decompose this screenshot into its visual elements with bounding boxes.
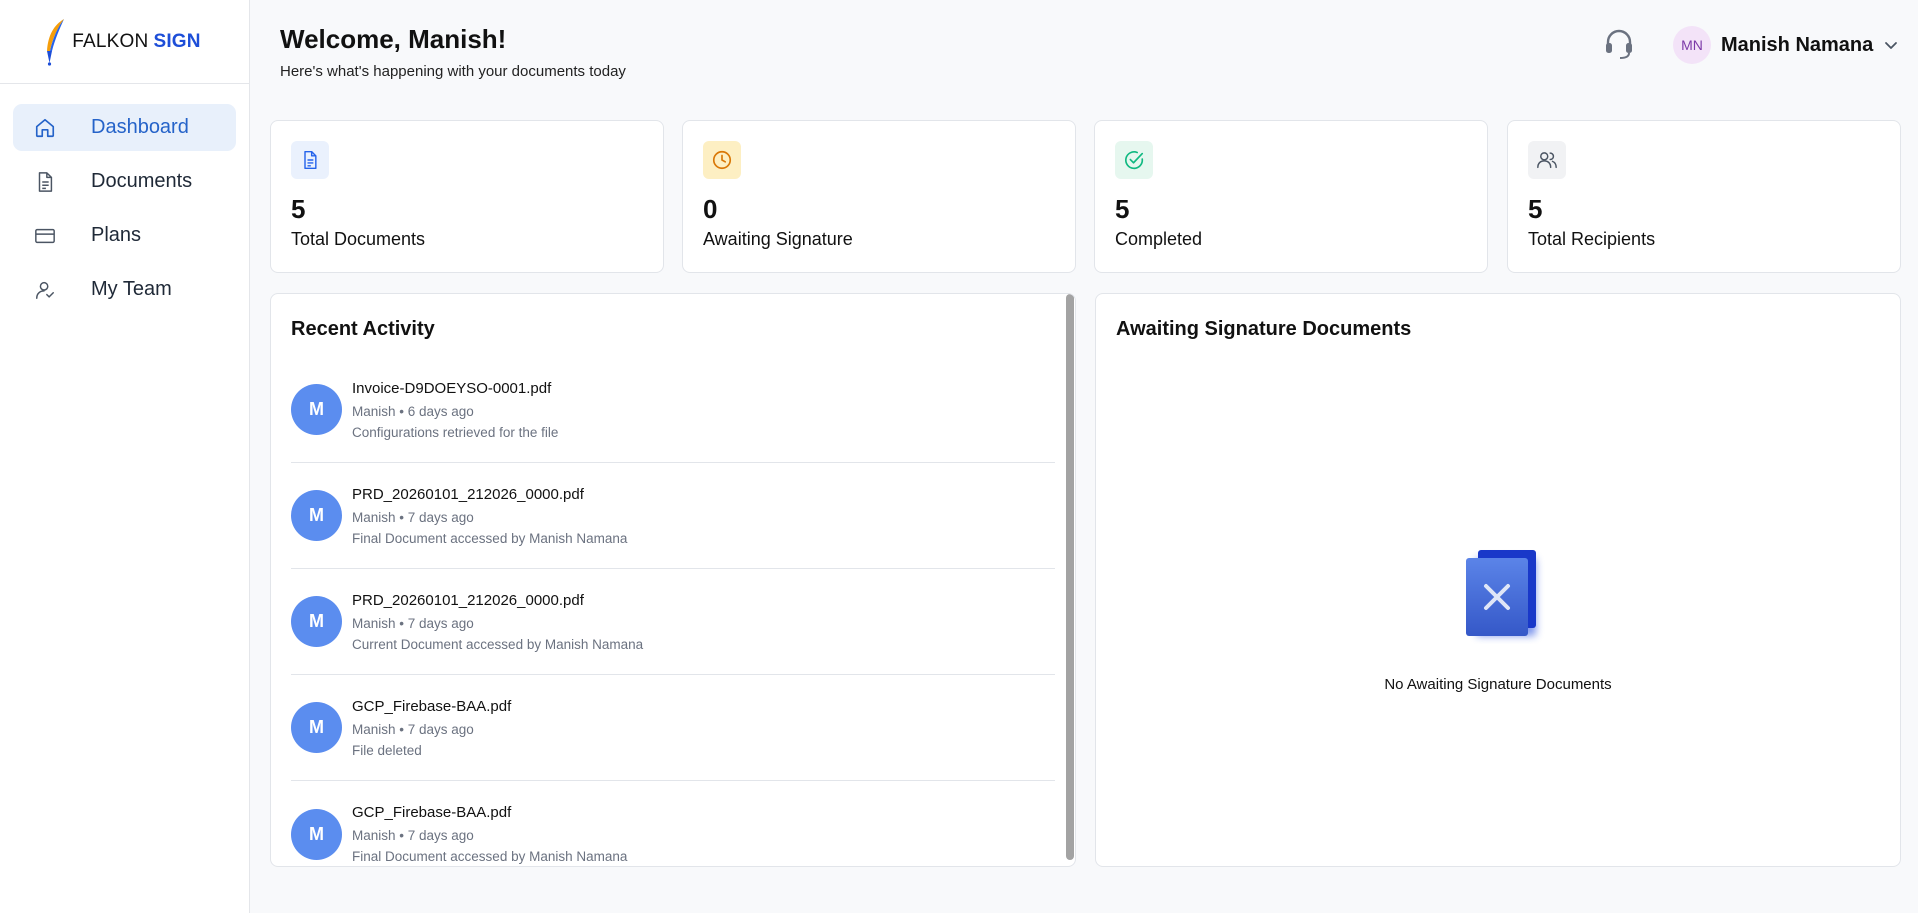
team-icon	[33, 278, 57, 302]
activity-meta: Manish • 7 days ago	[352, 509, 474, 525]
activity-meta: Manish • 7 days ago	[352, 721, 474, 737]
list-item[interactable]: M PRD_20260101_212026_0000.pdf Manish • …	[291, 569, 1055, 675]
activity-file-name: Invoice-D9DOEYSO-0001.pdf	[352, 379, 552, 397]
sidebar-item-dashboard[interactable]: Dashboard	[13, 104, 236, 151]
sidebar-item-label: My Team	[91, 278, 172, 300]
stat-label: Total Recipients	[1528, 229, 1656, 249]
avatar: M	[291, 384, 342, 435]
activity-description: File deleted	[352, 742, 422, 758]
activity-file-name: GCP_Firebase-BAA.pdf	[352, 697, 512, 715]
page-title: Welcome, Manish!	[280, 24, 507, 54]
users-icon	[1528, 141, 1566, 179]
credit-card-icon	[33, 224, 57, 248]
recent-activity-panel: Recent Activity M Invoice-D9DOEYSO-0001.…	[270, 293, 1076, 867]
activity-meta: Manish • 6 days ago	[352, 403, 474, 419]
sidebar-nav: Dashboard Documents Plans My Team	[0, 84, 249, 340]
avatar: M	[291, 702, 342, 753]
activity-file-name: PRD_20260101_212026_0000.pdf	[352, 591, 584, 609]
awaiting-signature-title: Awaiting Signature Documents	[1116, 318, 1412, 340]
stat-card-awaiting-signature[interactable]: 0 Awaiting Signature	[682, 120, 1076, 273]
activity-file-name: PRD_20260101_212026_0000.pdf	[352, 485, 584, 503]
stat-value: 5	[1115, 194, 1130, 224]
stat-card-total-recipients[interactable]: 5 Total Recipients	[1507, 120, 1901, 273]
activity-description: Configurations retrieved for the file	[352, 424, 559, 440]
stat-label: Completed	[1115, 229, 1203, 249]
activity-file-name: GCP_Firebase-BAA.pdf	[352, 804, 512, 821]
list-item[interactable]: M GCP_Firebase-BAA.pdf Manish • 7 days a…	[291, 675, 1055, 781]
stat-label: Total Documents	[291, 229, 426, 249]
recent-activity-title: Recent Activity	[291, 318, 435, 340]
clock-icon	[703, 141, 741, 179]
activity-meta: Manish • 7 days ago	[352, 828, 474, 843]
empty-document-icon	[1466, 550, 1536, 636]
awaiting-signature-panel: Awaiting Signature Documents No Awaiting…	[1095, 293, 1901, 867]
stat-card-completed[interactable]: 5 Completed	[1094, 120, 1488, 273]
avatar: MN	[1673, 26, 1711, 64]
activity-description: Current Document accessed by Manish Nama…	[352, 636, 644, 652]
stat-card-total-documents[interactable]: 5 Total Documents	[270, 120, 664, 273]
user-menu[interactable]: MN Manish Namana	[1673, 26, 1899, 64]
home-icon	[33, 116, 57, 140]
document-icon	[291, 141, 329, 179]
brand-logo[interactable]: FALKON SIGN	[0, 0, 249, 84]
brand-name: FALKON SIGN	[72, 30, 201, 52]
stat-value: 5	[1528, 194, 1543, 224]
stat-value: 0	[703, 194, 718, 224]
check-circle-icon	[1115, 141, 1153, 179]
avatar: M	[291, 490, 342, 541]
sidebar-item-label: Documents	[91, 170, 193, 192]
page-subtitle: Here's what's happening with your docume…	[280, 63, 626, 80]
sidebar: FALKON SIGN Dashboard Documents Plans My…	[0, 0, 250, 913]
activity-meta: Manish • 7 days ago	[352, 615, 474, 631]
sidebar-item-documents[interactable]: Documents	[13, 158, 236, 205]
chevron-down-icon	[1885, 42, 1898, 49]
activity-description: Final Document accessed by Manish Namana	[352, 530, 628, 546]
sidebar-item-plans[interactable]: Plans	[13, 212, 236, 259]
scrollbar[interactable]	[1066, 294, 1074, 860]
empty-state-text: No Awaiting Signature Documents	[1384, 676, 1612, 693]
sidebar-item-my-team[interactable]: My Team	[13, 266, 236, 313]
list-item[interactable]: M PRD_20260101_212026_0000.pdf Manish • …	[291, 463, 1055, 569]
quill-pen-icon	[47, 18, 65, 66]
document-icon	[33, 170, 57, 194]
sidebar-item-label: Plans	[91, 224, 142, 246]
support-headset-icon[interactable]	[1602, 27, 1636, 61]
sidebar-item-label: Dashboard	[91, 116, 189, 138]
welcome-header: Welcome, Manish! Here's what's happening…	[280, 24, 626, 80]
activity-description: Final Document accessed by Manish Namana	[352, 849, 628, 864]
list-item[interactable]: M Invoice-D9DOEYSO-0001.pdf Manish • 6 d…	[291, 357, 1055, 463]
activity-list: M Invoice-D9DOEYSO-0001.pdf Manish • 6 d…	[291, 357, 1055, 866]
stat-label: Awaiting Signature	[703, 229, 853, 249]
stat-value: 5	[291, 194, 306, 224]
avatar: M	[291, 808, 342, 860]
user-name: Manish Namana	[1721, 33, 1874, 56]
avatar: M	[291, 596, 342, 647]
list-item[interactable]: M GCP_Firebase-BAA.pdf Manish • 7 days a…	[291, 781, 1055, 866]
